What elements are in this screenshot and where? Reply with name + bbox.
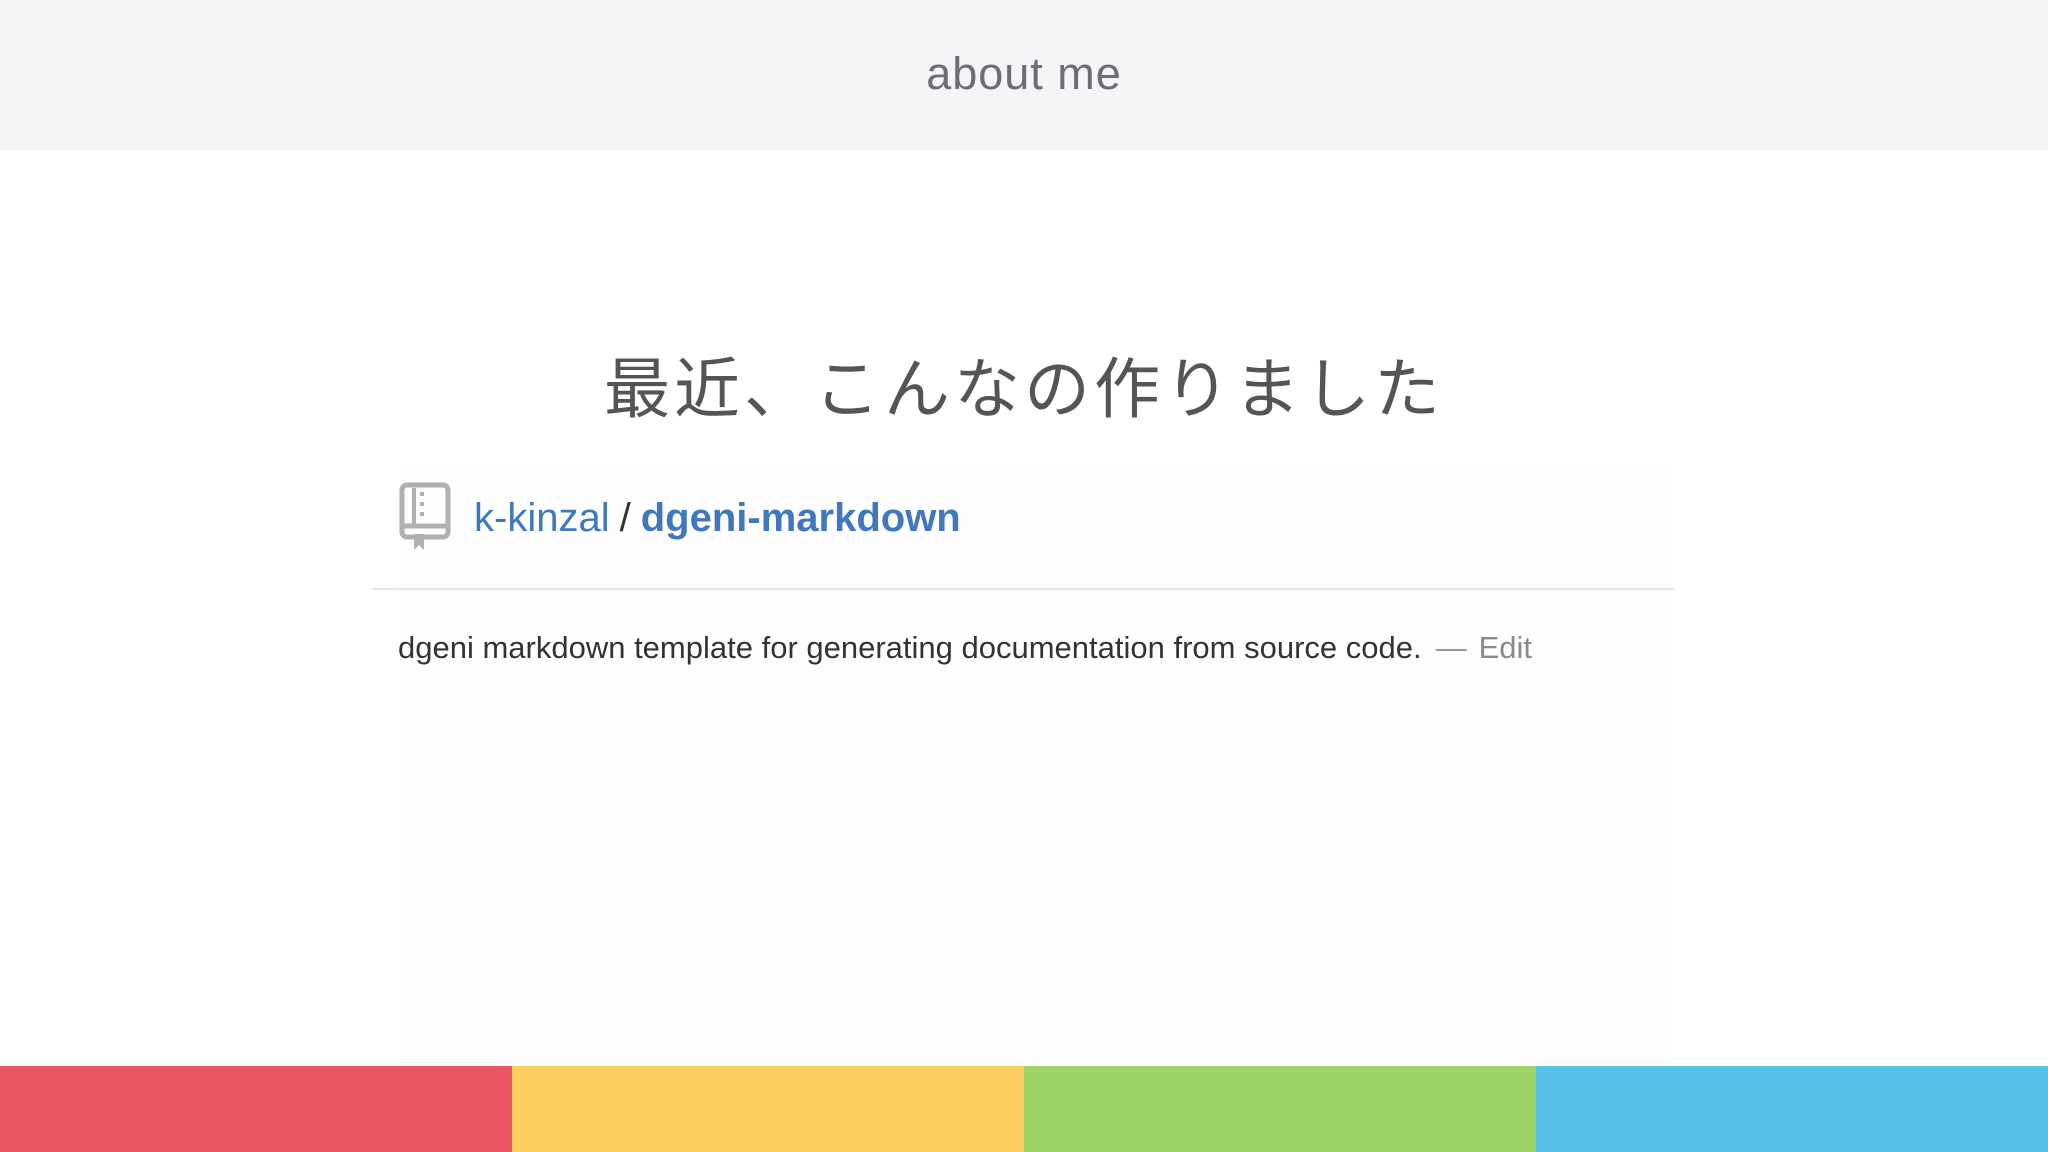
section-heading: 最近、こんなの作りました — [604, 351, 1444, 428]
color-stripe-footer — [0, 1066, 2048, 1152]
divider — [372, 588, 1674, 590]
edit-description-link[interactable]: Edit — [1479, 630, 1532, 665]
repo-owner-link[interactable]: k-kinzal — [474, 496, 610, 540]
stripe-blue — [1536, 1066, 2048, 1152]
header-title: about me — [926, 48, 1122, 99]
github-repo-screenshot: k-kinzal / dgeni-markdown dgeni markdown t… — [372, 460, 1674, 1065]
stripe-yellow — [512, 1066, 1024, 1152]
repo-full-name: k-kinzal / dgeni-markdown — [474, 496, 961, 541]
repo-name-link[interactable]: dgeni-markdown — [641, 496, 961, 540]
repo-book-icon — [398, 482, 454, 554]
repo-description: dgeni markdown template for generating d… — [398, 630, 1422, 665]
stripe-green — [1024, 1066, 1536, 1152]
description-dash: — — [1435, 630, 1467, 665]
repo-separator: / — [619, 495, 631, 540]
repo-description-row: dgeni markdown template for generating d… — [398, 630, 1532, 666]
repo-title-row: k-kinzal / dgeni-markdown — [398, 480, 961, 556]
slide-page: about me 最近、こんなの作りました k-kinzal / dgeni-mar… — [0, 0, 2048, 1152]
stripe-red — [0, 1066, 512, 1152]
header-bar: about me — [0, 0, 2048, 150]
